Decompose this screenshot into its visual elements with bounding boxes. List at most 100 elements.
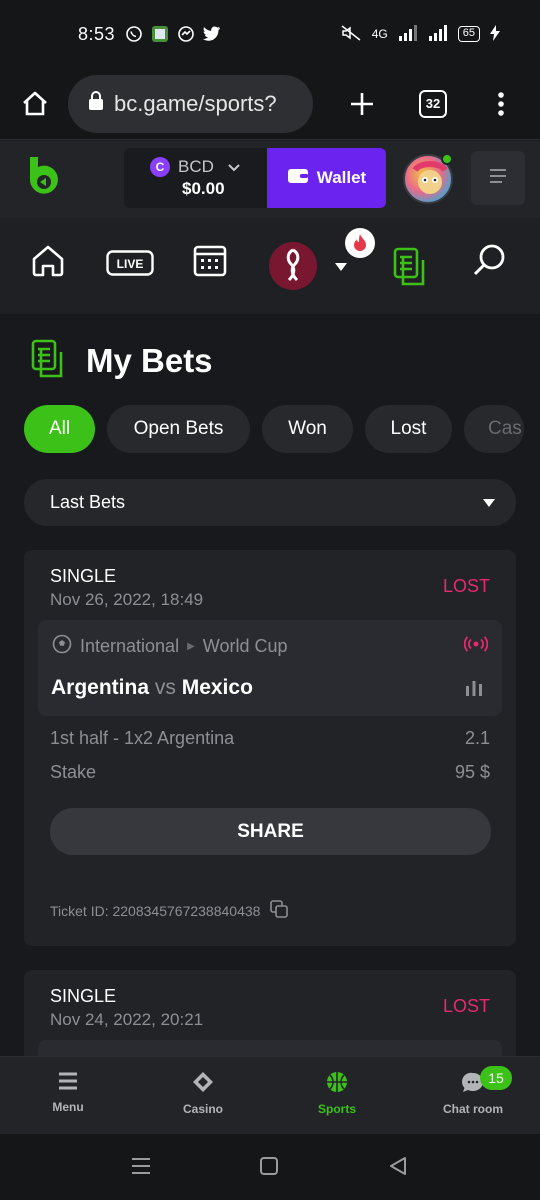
- live-broadcast-icon: [463, 636, 489, 657]
- url-text: bc.game/sports?: [114, 90, 277, 116]
- list-menu-icon: [488, 168, 508, 189]
- filter-won[interactable]: Won: [262, 405, 353, 453]
- match-teams: Argentina vs Mexico: [51, 676, 253, 700]
- messenger-icon: [177, 25, 195, 43]
- fire-badge-icon: [345, 228, 375, 258]
- tab-switcher-button[interactable]: 32: [419, 89, 447, 118]
- versus-label: vs: [154, 676, 176, 699]
- casino-icon: [191, 1071, 215, 1096]
- tab-menu[interactable]: Menu: [46, 1071, 90, 1114]
- my-bets-icon[interactable]: [392, 246, 428, 286]
- bet-stake-row: Stake 95 $: [50, 762, 490, 783]
- stake-label: Stake: [50, 762, 97, 782]
- status-time: 8:53: [78, 23, 116, 44]
- wallet-button[interactable]: Wallet: [267, 148, 386, 208]
- svg-text:LIVE: LIVE: [117, 257, 144, 271]
- bet-card: SINGLE Nov 26, 2022, 18:49 LOST Internat…: [24, 550, 516, 946]
- address-bar[interactable]: bc.game/sports?: [68, 74, 313, 133]
- photos-icon: [151, 25, 169, 43]
- status-bar: 8:53 4G 65: [0, 0, 540, 68]
- ticket-row: Ticket ID: 2208345767238840438: [50, 900, 289, 921]
- my-bets-title-icon: [30, 338, 66, 383]
- back-icon[interactable]: [388, 1156, 408, 1176]
- currency-selector[interactable]: C BCD $0.00: [124, 148, 267, 208]
- battery-level: 65: [457, 26, 480, 42]
- world-cup-icon[interactable]: [269, 242, 317, 290]
- wallet-label: Wallet: [316, 168, 367, 187]
- copy-icon[interactable]: [270, 900, 289, 921]
- currency-code: BCD: [178, 157, 214, 176]
- system-navigation-bar: [0, 1134, 540, 1200]
- sports-nav: LIVE: [0, 218, 540, 314]
- filter-all[interactable]: All: [24, 405, 95, 453]
- bet-odds: 2.1: [464, 728, 490, 748]
- tab-label: Chat room: [443, 1102, 503, 1116]
- bet-market: 1st half - 1x2 Argentina: [50, 728, 235, 748]
- site-header: C BCD $0.00 Wallet: [0, 141, 540, 218]
- stake-value: 95 $: [454, 762, 490, 782]
- tab-label: Menu: [52, 1100, 84, 1114]
- home-icon[interactable]: [30, 242, 66, 278]
- caret-down-icon: [482, 492, 496, 513]
- chevron-down-icon: [228, 157, 240, 177]
- share-button[interactable]: SHARE: [50, 808, 491, 855]
- match-info[interactable]: [38, 1040, 502, 1056]
- bc-game-logo-icon[interactable]: [26, 155, 64, 206]
- calendar-icon[interactable]: [192, 242, 228, 278]
- sort-label: Last Bets: [50, 492, 126, 512]
- bet-status: LOST: [442, 576, 490, 596]
- team-home: Argentina: [51, 676, 150, 699]
- twitter-icon: [203, 25, 221, 43]
- team-away: Mexico: [181, 676, 253, 699]
- breadcrumb-separator-icon: ▶: [187, 641, 195, 652]
- my-bets-page: My Bets All Open Bets Won Lost Cas Last …: [0, 314, 540, 1056]
- tournament-name: World Cup: [202, 636, 288, 656]
- bet-filter-tabs: All Open Bets Won Lost Cas: [24, 405, 524, 453]
- bet-card: SINGLE Nov 24, 2022, 20:21 LOST: [24, 970, 516, 1056]
- mute-icon: [340, 24, 362, 45]
- network-type: 4G: [371, 27, 388, 41]
- tab-label: Casino: [182, 1102, 223, 1116]
- sort-dropdown[interactable]: Last Bets: [24, 479, 516, 526]
- filter-open-bets[interactable]: Open Bets: [107, 405, 250, 453]
- soccer-ball-icon: [52, 634, 72, 659]
- browser-menu-icon[interactable]: [497, 91, 505, 117]
- bottom-tab-bar: Menu Casino Sports Chat room: [0, 1056, 540, 1134]
- signal-icon: [398, 24, 418, 44]
- signal-icon-2: [428, 24, 448, 44]
- page-title: My Bets: [86, 341, 213, 379]
- bet-market-row: 1st half - 1x2 Argentina 2.1: [50, 728, 490, 749]
- live-button[interactable]: LIVE: [106, 250, 154, 276]
- tab-label: Sports: [317, 1102, 356, 1116]
- lock-icon: [88, 91, 104, 116]
- balance-amount: $0.00: [182, 179, 225, 198]
- league-name: International: [80, 636, 180, 656]
- bet-status: LOST: [442, 996, 490, 1016]
- stats-icon[interactable]: [464, 680, 484, 701]
- browser-home-icon[interactable]: [20, 89, 50, 119]
- wallet-icon: [287, 167, 309, 190]
- sports-icon: [326, 1071, 348, 1096]
- site-menu-button[interactable]: [471, 151, 525, 205]
- whatsapp-icon: [125, 25, 143, 43]
- match-info[interactable]: International ▶ World Cup Argentina vs M…: [38, 620, 502, 716]
- browser-toolbar: bc.game/sports? 32: [0, 68, 540, 140]
- bcd-coin-icon: C: [150, 157, 170, 177]
- filter-lost[interactable]: Lost: [365, 405, 452, 453]
- online-status-dot: [441, 153, 453, 165]
- bet-type: SINGLE: [50, 986, 117, 1006]
- bet-type: SINGLE: [50, 566, 117, 586]
- new-tab-icon[interactable]: [349, 91, 375, 117]
- caret-down-icon[interactable]: [334, 262, 348, 272]
- tab-sports[interactable]: Sports: [313, 1071, 361, 1116]
- bet-date: Nov 26, 2022, 18:49: [50, 590, 204, 609]
- charging-icon: [490, 24, 500, 44]
- filter-cashout[interactable]: Cas: [464, 405, 524, 453]
- search-icon[interactable]: [472, 242, 508, 278]
- home-button-icon[interactable]: [259, 1156, 279, 1176]
- menu-icon: [57, 1071, 79, 1094]
- bet-date: Nov 24, 2022, 20:21: [50, 1010, 204, 1029]
- chat-unread-badge: 15: [480, 1066, 512, 1090]
- recent-apps-icon[interactable]: [130, 1156, 152, 1176]
- tab-casino[interactable]: Casino: [177, 1071, 229, 1116]
